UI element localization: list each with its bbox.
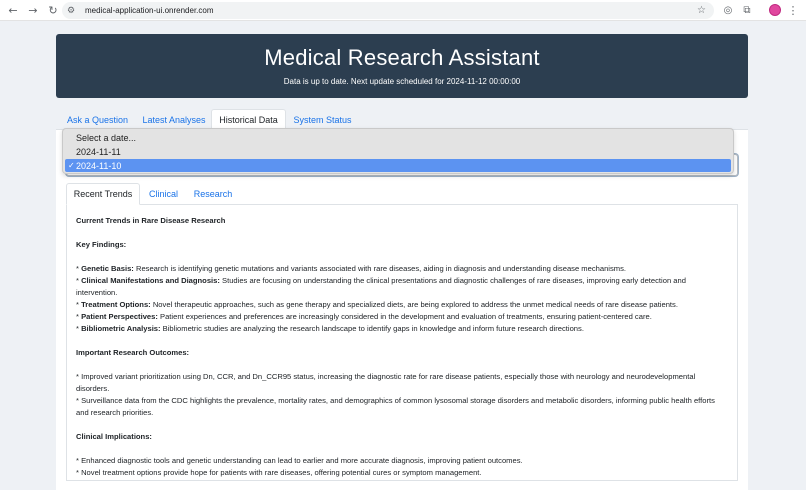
list-item: * Patient Perspectives: Patient experien… xyxy=(76,312,652,321)
key-findings-heading: Key Findings: xyxy=(76,240,127,249)
list-item: * Novel treatment options provide hope f… xyxy=(76,468,482,477)
date-option-selected[interactable]: ✓ 2024-11-10 xyxy=(65,159,731,172)
site-settings-icon[interactable]: ⚙ xyxy=(67,6,81,16)
date-option-placeholder[interactable]: Select a date... xyxy=(65,131,731,144)
list-item: * Improved variant prioritization using … xyxy=(76,372,696,393)
tab-ask-a-question[interactable]: Ask a Question xyxy=(60,109,135,130)
page-title: Medical Research Assistant xyxy=(264,45,540,70)
list-item: * Genetic Basis: Research is identifying… xyxy=(76,264,627,273)
address-bar[interactable]: ⚙ medical-application-ui.onrender.com ☆ xyxy=(62,2,714,19)
date-option[interactable]: 2024-11-11 xyxy=(65,145,731,158)
outcomes-heading: Important Research Outcomes: xyxy=(76,348,190,357)
forward-arrow-icon[interactable]: → xyxy=(25,2,41,18)
profile-avatar[interactable] xyxy=(769,4,781,16)
list-item: * Bibliometric Analysis: Bibliometric st… xyxy=(76,324,584,333)
subtab-research[interactable]: Research xyxy=(187,183,239,205)
main-tabs: Ask a Question Latest Analyses Historica… xyxy=(56,109,748,130)
puzzle-icon[interactable]: ⧉ xyxy=(740,3,754,17)
list-item: * Treatment Options: Novel therapeutic a… xyxy=(76,300,678,309)
report-subtabs: Recent Trends Clinical Research xyxy=(66,183,738,205)
list-item: * Clinical Manifestations and Diagnosis:… xyxy=(76,276,686,297)
list-item: * Surveillance data from the CDC highlig… xyxy=(76,396,715,417)
bookmark-star-icon[interactable]: ☆ xyxy=(697,5,706,16)
implications-heading: Clinical Implications: xyxy=(76,432,152,441)
list-item: * Enhanced diagnostic tools and genetic … xyxy=(76,456,523,465)
reload-icon[interactable]: ↻ xyxy=(45,2,61,18)
browser-menu-icon[interactable]: ⋮ xyxy=(788,3,799,17)
date-dropdown-list: Select a date... 2024-11-11 ✓ 2024-11-10 xyxy=(62,128,734,174)
app-header: Medical Research Assistant Data is up to… xyxy=(56,34,748,98)
report-content: Current Trends in Rare Disease Research … xyxy=(66,205,738,481)
url-text: medical-application-ui.onrender.com xyxy=(85,6,214,15)
tab-latest-analyses[interactable]: Latest Analyses xyxy=(136,109,212,130)
tab-historical-data[interactable]: Historical Data xyxy=(211,109,286,130)
subtab-clinical[interactable]: Clinical xyxy=(141,183,186,205)
report-title: Current Trends in Rare Disease Research xyxy=(76,216,226,225)
checkmark-icon: ✓ xyxy=(68,161,75,170)
subtab-recent-trends[interactable]: Recent Trends xyxy=(66,183,140,205)
update-status: Data is up to date. Next update schedule… xyxy=(283,77,521,86)
extension-icon[interactable]: ◎ xyxy=(721,3,735,17)
browser-toolbar: ← → ↻ ⚙ medical-application-ui.onrender.… xyxy=(0,0,806,21)
back-arrow-icon[interactable]: ← xyxy=(5,2,21,18)
tab-system-status[interactable]: System Status xyxy=(288,109,357,130)
